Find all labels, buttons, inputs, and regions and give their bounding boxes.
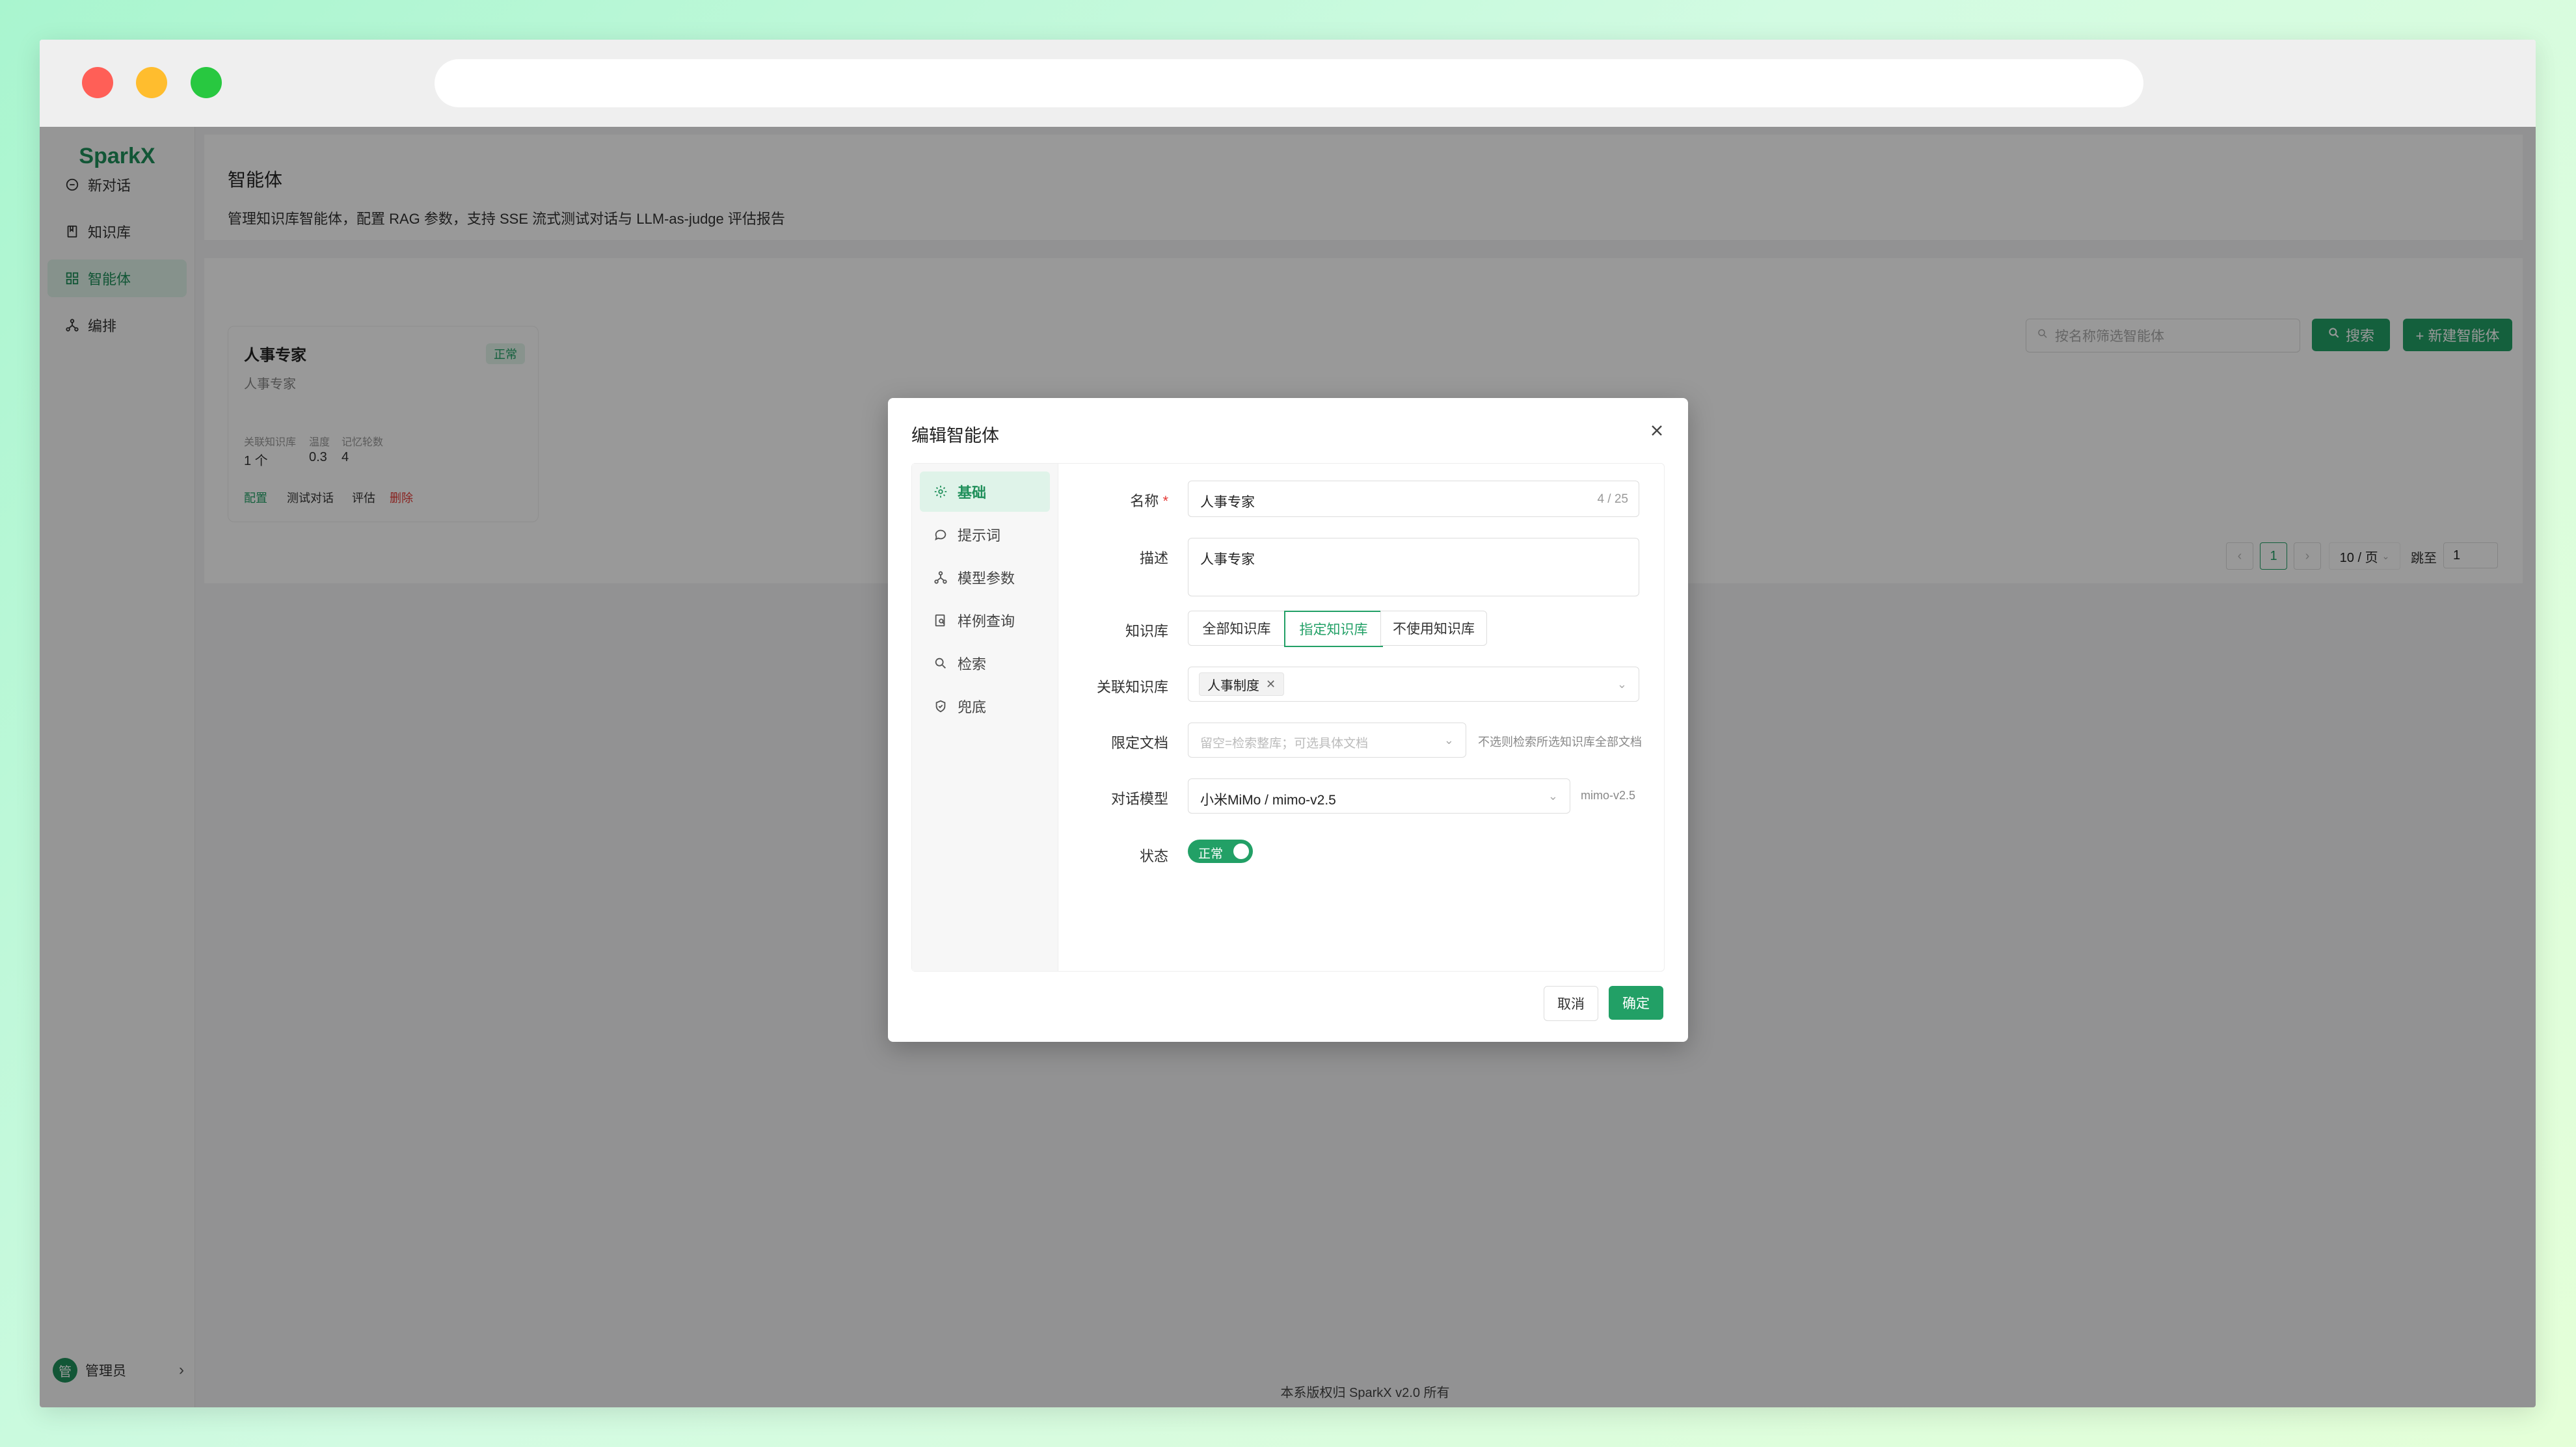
maximize-window-button[interactable] [191, 67, 222, 98]
chevron-down-icon: ⌄ [1548, 790, 1558, 803]
limit-docs-label: 限定文档 [1110, 735, 1168, 751]
tab-fallback[interactable]: 兜底 [920, 686, 1050, 726]
search-icon [933, 656, 948, 671]
tab-label: 样例查询 [958, 613, 1015, 630]
linked-kb-label: 关联知识库 [1096, 679, 1168, 695]
description-field[interactable]: 人事专家 [1188, 538, 1639, 596]
confirm-button[interactable]: 确定 [1609, 986, 1663, 1020]
dialog-tabs: 基础 提示词 模型参数 样例查询 检索 兜底 [912, 464, 1058, 971]
limit-docs-select[interactable]: 留空=检索整库；可选具体文档 ⌄ [1188, 723, 1466, 758]
model-hint: mimo-v2.5 [1581, 789, 1636, 802]
message-icon [933, 527, 948, 542]
toggle-knob [1233, 843, 1249, 859]
description-value: 人事专家 [1200, 552, 1255, 567]
dialog-title: 编辑智能体 [911, 426, 999, 445]
kb-option-none[interactable]: 不使用知识库 [1380, 611, 1487, 646]
network-icon [933, 570, 948, 585]
tab-sample-queries[interactable]: 样例查询 [920, 600, 1050, 641]
browser-window: SparkX 新对话 知识库 智能体 编排 管 管理员 › 智能体 管理知识库智… [40, 40, 2536, 1407]
char-counter: 4 / 25 [1597, 492, 1628, 506]
close-window-button[interactable] [82, 67, 113, 98]
status-toggle[interactable]: 正常 [1188, 840, 1253, 863]
close-icon[interactable] [1648, 421, 1666, 440]
chat-model-value: 小米MiMo / mimo-v2.5 [1200, 793, 1336, 808]
tab-label: 检索 [958, 656, 987, 672]
description-label: 描述 [1139, 550, 1168, 566]
kb-tag: 人事制度 ✕ [1199, 672, 1285, 696]
chevron-down-icon: ⌄ [1443, 734, 1454, 747]
shield-icon [933, 698, 948, 714]
doc-search-icon [933, 613, 948, 628]
kb-option-specified[interactable]: 指定知识库 [1284, 611, 1383, 647]
knowledge-base-label: 知识库 [1125, 623, 1168, 639]
tab-label: 基础 [958, 485, 987, 501]
gear-icon [933, 484, 948, 499]
linked-kb-select[interactable]: 人事制度 ✕ ⌄ [1188, 667, 1639, 702]
chat-model-label: 对话模型 [1110, 791, 1168, 807]
status-toggle-label: 正常 [1198, 847, 1224, 861]
title-bar [40, 40, 2536, 127]
tab-model-params[interactable]: 模型参数 [920, 557, 1050, 598]
chat-model-select[interactable]: 小米MiMo / mimo-v2.5 ⌄ [1188, 778, 1570, 814]
tab-label: 兜底 [958, 699, 987, 715]
name-value: 人事专家 [1200, 495, 1255, 510]
tab-prompt[interactable]: 提示词 [920, 514, 1050, 555]
limit-docs-hint: 不选则检索所选知识库全部文档 [1478, 736, 1642, 749]
tab-label: 提示词 [958, 527, 1001, 544]
kb-tag-label: 人事制度 [1207, 678, 1259, 693]
kb-option-all[interactable]: 全部知识库 [1188, 611, 1285, 646]
dialog-body: 基础 提示词 模型参数 样例查询 检索 兜底 名称 * 人事专家 4 / 25 … [911, 463, 1665, 972]
status-label: 状态 [1139, 848, 1168, 864]
chevron-down-icon: ⌄ [1617, 678, 1627, 691]
tab-retrieval[interactable]: 检索 [920, 643, 1050, 684]
address-bar[interactable] [435, 59, 2143, 107]
cancel-button[interactable]: 取消 [1544, 986, 1598, 1021]
name-field[interactable]: 人事专家 4 / 25 [1188, 481, 1639, 517]
name-label: 名称 * [1130, 493, 1168, 509]
edit-agent-dialog: 编辑智能体 基础 提示词 模型参数 样例查询 检索 兜底 名称 * 人事专家 4… [888, 398, 1688, 1042]
limit-docs-placeholder: 留空=检索整库；可选具体文档 [1200, 737, 1369, 750]
minimize-window-button[interactable] [136, 67, 167, 98]
remove-tag-icon[interactable]: ✕ [1266, 678, 1276, 691]
tab-label: 模型参数 [958, 570, 1015, 587]
tab-basic[interactable]: 基础 [920, 471, 1050, 512]
